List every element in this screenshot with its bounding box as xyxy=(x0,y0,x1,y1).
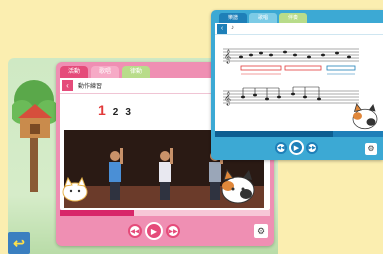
tab-rhythm[interactable]: 律動 xyxy=(122,66,150,78)
score-panel: ‹ ♪ 𝄞 𝄞 xyxy=(215,23,383,131)
tab-score[interactable]: 樂譜 xyxy=(219,13,247,23)
score-playback-controls: ◀◀ ▶ ▶▶ xyxy=(275,140,318,155)
gear-icon: ⚙ xyxy=(256,226,266,236)
play-button[interactable]: ▶ xyxy=(145,222,163,240)
music-staff-line-1: 𝄞 xyxy=(223,48,359,75)
score-progress-fill xyxy=(215,131,333,137)
next-button[interactable]: ▶▶ xyxy=(166,224,180,238)
panel-title: 動作練習 xyxy=(78,84,103,90)
back-button[interactable]: ↩ xyxy=(8,232,30,254)
next-icon: ▶▶ xyxy=(168,228,178,235)
tab-singing[interactable]: 歌唱 xyxy=(91,66,119,78)
play-icon: ▶ xyxy=(293,144,300,152)
tab-accompaniment[interactable]: 伴奏 xyxy=(279,13,307,23)
settings-button[interactable]: ⚙ xyxy=(254,224,268,238)
treehouse-illustration xyxy=(12,80,58,192)
white-cat-illustration xyxy=(62,176,88,202)
previous-button[interactable]: ◀◀ xyxy=(128,224,142,238)
svg-text:𝄞: 𝄞 xyxy=(224,91,231,105)
collapse-chevron-icon[interactable]: ‹ xyxy=(217,24,227,34)
return-arrow-icon: ↩ xyxy=(13,235,25,251)
performer-figure xyxy=(109,148,123,200)
score-header: ‹ ♪ xyxy=(215,23,383,35)
settings-button[interactable]: ⚙ xyxy=(365,143,377,155)
blue-tab-bar: 樂譜 歌唱 伴奏 xyxy=(219,13,307,23)
tab-singing[interactable]: 歌唱 xyxy=(249,13,277,23)
step-number-3[interactable]: 3 xyxy=(125,107,131,118)
play-icon: ▶ xyxy=(150,226,158,236)
playback-controls: ◀◀ ▶ ▶▶ xyxy=(128,222,180,240)
step-number-1[interactable]: 1 xyxy=(98,102,106,118)
gear-icon: ⚙ xyxy=(367,144,375,153)
play-button[interactable]: ▶ xyxy=(289,140,304,155)
next-button[interactable]: ▶▶ xyxy=(306,141,318,154)
prev-icon: ◀◀ xyxy=(277,144,285,151)
music-staff-line-2: 𝄞 xyxy=(223,86,359,105)
performer-figure xyxy=(159,148,173,200)
score-header-label: ♪ xyxy=(231,25,234,31)
video-progress-bar[interactable] xyxy=(60,210,270,216)
step-number-2[interactable]: 2 xyxy=(113,107,119,118)
video-progress-fill xyxy=(60,210,134,216)
step-numbers: 1 2 3 xyxy=(98,102,131,118)
pink-tab-bar: 活動 歌唱 律動 xyxy=(60,66,150,78)
score-progress-bar[interactable] xyxy=(215,131,383,137)
calico-cat-illustration xyxy=(221,168,255,204)
collapse-chevron-icon[interactable]: ‹ xyxy=(62,80,73,91)
calico-cat-illustration xyxy=(352,103,378,130)
sheet-music-window: 樂譜 歌唱 伴奏 ‹ ♪ 𝄞 𝄞 ◀◀ ▶ ▶▶ ⚙ xyxy=(211,10,383,160)
next-icon: ▶▶ xyxy=(308,144,316,151)
previous-button[interactable]: ◀◀ xyxy=(275,141,287,154)
svg-text:𝄞: 𝄞 xyxy=(224,49,231,63)
tab-activity[interactable]: 活動 xyxy=(60,66,88,78)
prev-icon: ◀◀ xyxy=(130,228,140,235)
